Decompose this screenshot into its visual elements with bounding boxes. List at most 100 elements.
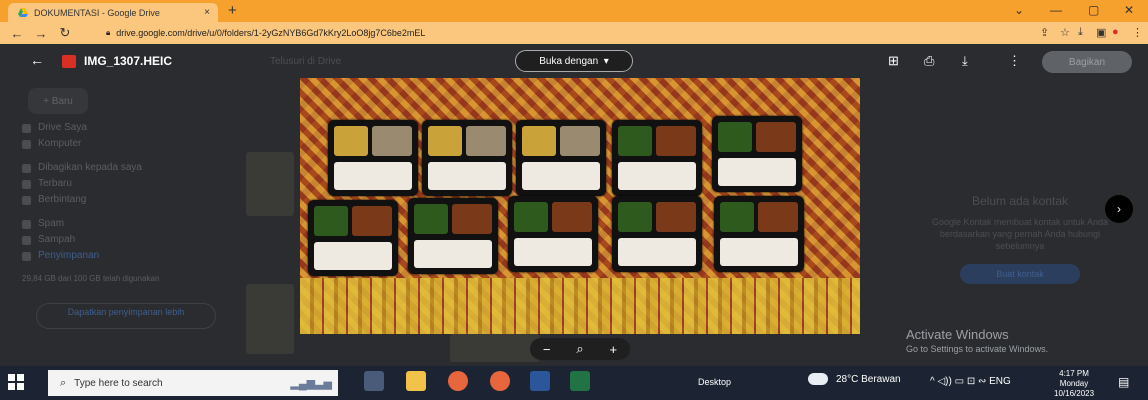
caret-down-icon: ▾	[598, 55, 609, 67]
food-box	[612, 196, 702, 272]
food-box	[328, 120, 418, 196]
taskbar-clock[interactable]: 4:17 PM Monday 10/16/2023	[1054, 369, 1094, 399]
weather-widget[interactable]: 28°C Berawan	[808, 373, 901, 385]
share-button[interactable]: Bagikan	[1042, 51, 1132, 73]
zoom-in-button[interactable]: +	[609, 342, 617, 357]
recent-icon	[22, 180, 31, 189]
weather-text: 28°C Berawan	[836, 373, 901, 385]
open-with-label: Buka dengan	[539, 55, 599, 67]
trash-icon	[22, 236, 31, 245]
sidebar-item-trash: Sampah	[38, 234, 76, 245]
browser-tabstrip: DOKUMENTASI - Google Drive × + ⌄ — ▢ ✕	[0, 0, 1148, 22]
share-page-icon[interactable]: ⇪	[1040, 26, 1049, 39]
forward-arrow-icon[interactable]: →	[34, 26, 48, 41]
sidebar-item-recent: Terbaru	[38, 178, 72, 189]
file-thumbnail	[450, 334, 540, 362]
next-arrow-button[interactable]: ›	[1105, 195, 1133, 223]
minimize-button[interactable]: —	[1050, 3, 1062, 17]
tab-title: DOKUMENTASI - Google Drive	[34, 7, 160, 18]
url-text: drive.google.com/drive/u/0/folders/1-2yG…	[116, 28, 426, 38]
lock-icon: 🔒︎	[106, 28, 111, 37]
file-thumbnail	[246, 284, 294, 354]
task-view-icon[interactable]	[364, 371, 384, 391]
sidebar-item-starred: Berbintang	[38, 194, 87, 205]
my-drive-icon	[22, 124, 31, 133]
mat-pattern	[300, 278, 860, 334]
sidebar-item-shared: Dibagikan kepada saya	[38, 162, 142, 173]
sidebar-item-my-drive: Drive Saya	[38, 122, 87, 133]
food-box	[308, 200, 398, 276]
sidebar-item-spam: Spam	[38, 218, 65, 229]
zoom-magnifier-icon[interactable]: ⌕	[576, 341, 583, 357]
zoom-out-button[interactable]: −	[543, 342, 551, 357]
zoom-controls: − ⌕ +	[530, 338, 630, 360]
file-thumbnail	[246, 152, 294, 216]
food-box	[712, 116, 802, 192]
add-comment-icon[interactable]: ⊞	[888, 53, 899, 69]
profile-avatar-icon[interactable]: ●	[1112, 26, 1119, 38]
clock-day: Monday	[1059, 379, 1089, 388]
sidebar-item-storage: Penyimpanan	[38, 250, 100, 261]
food-box	[714, 196, 804, 272]
get-storage-button: Dapatkan penyimpanan lebih	[36, 303, 216, 329]
new-tab-button[interactable]: +	[228, 2, 237, 19]
activate-title: Activate Windows	[906, 327, 1009, 342]
tab-search-chevron-icon[interactable]: ⌄	[1014, 3, 1024, 17]
tab-close-icon[interactable]: ×	[204, 7, 210, 18]
food-box	[422, 120, 512, 196]
bookmark-star-icon[interactable]: ☆	[1060, 26, 1070, 39]
new-label: Baru	[51, 95, 73, 107]
download-icon[interactable]: ⤓	[1078, 26, 1083, 39]
contact-empty-desc: Google Kontak membuat kontak untuk Anda …	[931, 217, 1109, 251]
food-box	[516, 120, 606, 196]
food-box	[508, 196, 598, 272]
shared-icon	[22, 164, 31, 173]
print-icon[interactable]: ⎙	[924, 53, 934, 69]
excel-icon[interactable]	[570, 371, 590, 391]
food-box	[408, 198, 498, 274]
chrome-icon[interactable]	[448, 371, 468, 391]
browser-tab-drive[interactable]: DOKUMENTASI - Google Drive ×	[8, 3, 218, 22]
google-drive-icon	[18, 7, 28, 17]
reload-icon[interactable]: ↻	[58, 25, 72, 41]
computer-icon	[22, 140, 31, 149]
download-icon[interactable]: ⤓	[962, 53, 968, 69]
create-contact-button: Buat kontak	[960, 264, 1080, 284]
viewer-file-name: IMG_1307.HEIC	[84, 54, 173, 68]
cloud-icon	[808, 373, 828, 385]
browser-toolbar: ← → ↻ 🔒︎ drive.google.com/drive/u/0/fold…	[0, 22, 1148, 44]
plus-icon: +	[43, 95, 52, 107]
clock-date: 10/16/2023	[1054, 389, 1095, 398]
search-icon: ⌕	[60, 376, 67, 389]
sidebar-item-computers: Komputer	[38, 138, 82, 149]
chrome-icon[interactable]	[490, 371, 510, 391]
address-bar[interactable]: 🔒︎ drive.google.com/drive/u/0/folders/1-…	[104, 25, 1004, 41]
system-tray-icons[interactable]: ^ ◁)) ▭ ⊡ ∾ ENG	[930, 376, 1011, 387]
star-icon	[22, 196, 31, 205]
cloud-icon	[22, 252, 31, 261]
city-skyline-icon: ▂▄▆▃▅	[290, 377, 332, 390]
word-icon[interactable]	[530, 371, 550, 391]
taskbar-search-box[interactable]: ⌕ Type here to search ▂▄▆▃▅	[48, 370, 338, 396]
windows-start-icon[interactable]	[8, 374, 24, 390]
activate-windows-watermark: Activate Windows Go to Settings to activ…	[906, 327, 1048, 354]
more-actions-icon[interactable]: ⋮	[1008, 53, 1021, 69]
file-explorer-icon[interactable]	[406, 371, 426, 391]
back-arrow-icon[interactable]: ←	[10, 26, 24, 41]
open-with-button[interactable]: Buka dengan ▾	[515, 50, 633, 72]
close-window-button[interactable]: ✕	[1124, 3, 1134, 17]
taskbar-search-placeholder: Type here to search	[74, 377, 163, 389]
drive-search-placeholder: Telusuri di Drive	[270, 56, 342, 67]
notification-icon[interactable]: ▤	[1118, 375, 1129, 389]
activate-subtitle: Go to Settings to activate Windows.	[906, 344, 1049, 354]
viewer-image[interactable]	[300, 78, 860, 334]
new-button: + Baru	[28, 88, 88, 114]
storage-usage-text: 29,84 GB dari 100 GB telah digunakan	[22, 274, 160, 283]
clock-time: 4:17 PM	[1059, 369, 1089, 378]
chrome-menu-icon[interactable]: ⋮	[1132, 26, 1143, 39]
viewer-back-arrow-icon[interactable]: ←	[30, 52, 44, 68]
image-file-icon	[62, 55, 76, 68]
sidepanel-icon[interactable]: ▣	[1096, 26, 1106, 39]
desktop-toolbar-label[interactable]: Desktop	[698, 377, 731, 387]
maximize-button[interactable]: ▢	[1088, 3, 1099, 17]
